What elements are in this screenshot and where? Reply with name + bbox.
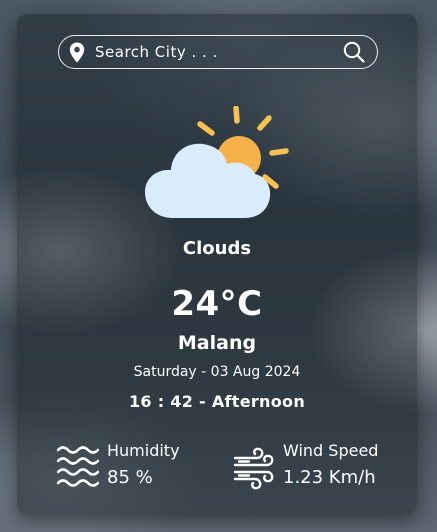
search-button[interactable]	[341, 39, 367, 65]
humidity-stat: Humidity 85 %	[56, 440, 180, 491]
partly-cloudy-icon	[145, 105, 293, 226]
city-name: Malang	[177, 332, 257, 354]
waves-icon	[56, 442, 100, 490]
search-input[interactable]	[95, 43, 341, 61]
weather-condition: Clouds	[182, 238, 252, 259]
weather-card: Clouds 24°C Malang Saturday - 03 Aug 202…	[17, 14, 417, 514]
magnifier-icon	[343, 41, 365, 63]
date-label: Saturday - 03 Aug 2024	[133, 364, 301, 380]
map-pin-icon	[69, 41, 87, 63]
wind-speed-label: Wind Speed	[283, 441, 379, 460]
temperature: 24°C	[171, 284, 263, 324]
wind-speed-value: 1.23 Km/h	[283, 467, 376, 488]
time-label: 16 : 42 - Afternoon	[128, 392, 306, 411]
wind-speed-stat: Wind Speed 1.23 Km/h	[233, 440, 378, 491]
wind-icon	[233, 442, 275, 490]
search-bar[interactable]	[58, 35, 378, 69]
humidity-value: 85 %	[107, 467, 153, 488]
humidity-label: Humidity	[107, 441, 180, 460]
